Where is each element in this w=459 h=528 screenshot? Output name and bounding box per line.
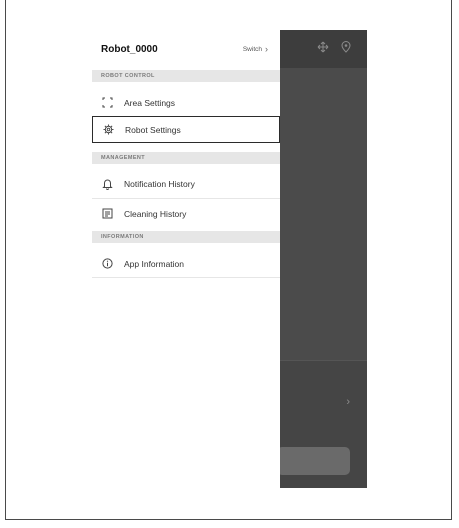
chevron-right-icon: › bbox=[265, 44, 268, 54]
section-information: INFORMATION bbox=[92, 231, 280, 243]
document-list-icon bbox=[101, 208, 113, 220]
switch-label: Switch bbox=[242, 45, 262, 53]
menu-item-notification-history[interactable]: Notification History bbox=[92, 170, 280, 197]
gear-icon bbox=[102, 124, 114, 136]
divider bbox=[92, 198, 280, 199]
menu-item-label: App Information bbox=[124, 258, 185, 269]
menu-item-app-information[interactable]: App Information bbox=[92, 250, 280, 277]
area-frame-icon bbox=[101, 97, 113, 109]
switch-robot-button[interactable]: Switch › bbox=[243, 44, 268, 54]
navigation-drawer: Robot_0000 Switch › ROBOT CONTROL Area S… bbox=[92, 30, 280, 488]
section-management: MANAGEMENT bbox=[92, 152, 280, 164]
menu-item-label: Robot Settings bbox=[125, 124, 181, 135]
location-pin-icon[interactable] bbox=[340, 41, 352, 56]
app-action-button[interactable] bbox=[277, 447, 350, 475]
menu-item-label: Area Settings bbox=[124, 97, 176, 108]
menu-item-area-settings[interactable]: Area Settings bbox=[92, 89, 280, 116]
phone-screen: › Robot_0000 Switch › ROBOT CONTROL Area… bbox=[92, 30, 367, 488]
menu-item-label: Cleaning History bbox=[124, 208, 187, 219]
chevron-right-icon[interactable]: › bbox=[346, 396, 350, 408]
menu-item-robot-settings[interactable]: Robot Settings bbox=[92, 116, 280, 143]
drawer-header: Robot_0000 Switch › bbox=[92, 30, 280, 68]
bell-icon bbox=[101, 178, 113, 190]
menu-item-cleaning-history[interactable]: Cleaning History bbox=[92, 200, 280, 227]
robot-name: Robot_0000 bbox=[101, 43, 158, 55]
section-robot-control: ROBOT CONTROL bbox=[92, 70, 280, 82]
move-arrows-icon[interactable] bbox=[317, 41, 329, 56]
divider bbox=[92, 277, 280, 278]
info-icon bbox=[101, 258, 113, 270]
menu-item-label: Notification History bbox=[124, 178, 195, 189]
